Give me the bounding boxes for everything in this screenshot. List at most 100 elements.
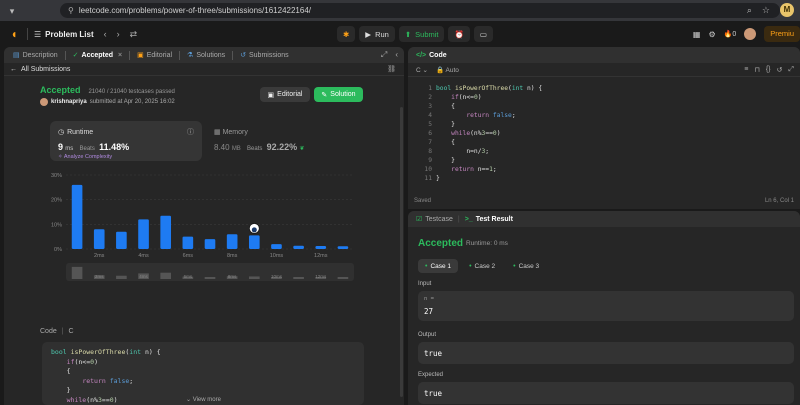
case-3-label: Case 3 bbox=[518, 262, 540, 270]
url-text[interactable]: leetcode.com/problems/power-of-three/sub… bbox=[79, 6, 311, 15]
close-tab-icon[interactable]: × bbox=[118, 52, 122, 59]
case-2-tab[interactable]: • Case 2 bbox=[462, 259, 502, 273]
info-icon[interactable]: ⓘ bbox=[187, 127, 194, 137]
case-3-tab[interactable]: • Case 3 bbox=[506, 259, 546, 273]
bookmark-icon[interactable]: ⊓ bbox=[754, 66, 759, 74]
memory-label: Memory bbox=[222, 129, 248, 136]
tab-solutions[interactable]: ⚗ Solutions bbox=[184, 51, 228, 60]
chart-bar[interactable] bbox=[138, 219, 149, 249]
chart-bar[interactable] bbox=[160, 215, 172, 249]
address-bar[interactable]: ⚲ leetcode.com/problems/power-of-three/s… bbox=[60, 3, 780, 18]
editor-line[interactable]: while(n%3==0) bbox=[436, 129, 500, 138]
tab-accepted[interactable]: ✓ Accepted × bbox=[70, 51, 125, 60]
tab-editorial[interactable]: ▣ Editorial bbox=[134, 51, 175, 60]
timer-button[interactable]: ⏰ bbox=[448, 26, 470, 42]
memory-value-row: 8.40 MB Beats 92.22% ❦ bbox=[214, 142, 304, 152]
bookmark-star-icon[interactable]: ☆ bbox=[762, 5, 770, 16]
chart-bar[interactable] bbox=[293, 245, 304, 249]
clock-icon: ◷ bbox=[58, 129, 65, 136]
editor-line[interactable]: { bbox=[436, 102, 455, 111]
streak-counter[interactable]: 🔥0 bbox=[724, 30, 737, 38]
editor-statusbar: Saved Ln 6, Col 1 bbox=[408, 194, 800, 208]
back-arrow-icon[interactable]: ← bbox=[10, 66, 17, 73]
submitter-name[interactable]: krishnapriya bbox=[51, 99, 87, 105]
code-panel-title: Code bbox=[429, 51, 447, 59]
chart-bar[interactable] bbox=[271, 244, 282, 249]
input-variable: n = bbox=[424, 296, 434, 302]
settings-gear-icon[interactable]: ⚙ bbox=[708, 30, 715, 39]
chart-bar[interactable] bbox=[71, 184, 83, 249]
user-avatar[interactable] bbox=[744, 28, 757, 40]
editor-line[interactable]: return n==1; bbox=[436, 165, 497, 174]
tab-description[interactable]: ▤ Description bbox=[10, 51, 61, 60]
left-panel: ▤ Description ✓ Accepted × ▣ Editorial ⚗ Solu… bbox=[4, 47, 404, 405]
chart-bar[interactable] bbox=[315, 246, 327, 249]
maximize-icon[interactable]: ⤢ bbox=[381, 50, 387, 60]
solution-button[interactable]: ✎ Solution bbox=[314, 87, 363, 102]
analyze-complexity-link[interactable]: ✧ Analyze Complexity bbox=[58, 154, 112, 160]
editor-line[interactable]: } bbox=[436, 174, 440, 183]
flask-icon: ⚗ bbox=[187, 52, 194, 59]
fullscreen-icon[interactable]: ⤢ bbox=[788, 66, 794, 74]
view-more-button[interactable]: ⌄ View more bbox=[186, 396, 221, 403]
editor-line[interactable]: { bbox=[436, 138, 455, 147]
profile-avatar[interactable]: M bbox=[780, 3, 794, 17]
chart-bar[interactable] bbox=[93, 229, 105, 249]
browser-actions: ⌕ ☆ M bbox=[747, 3, 800, 17]
tab-submissions[interactable]: ↺ Submissions bbox=[237, 51, 292, 60]
editor-toolbar: C ⌄ 🔒 Auto bbox=[408, 63, 800, 77]
prev-problem-icon[interactable]: ‹ bbox=[104, 29, 107, 39]
x-tick-label: 6ms bbox=[183, 253, 194, 259]
code-line: if(n<=0) bbox=[66, 357, 98, 366]
premium-button[interactable]: Premiu bbox=[764, 26, 800, 42]
chart-bar[interactable] bbox=[204, 239, 216, 249]
submit-button[interactable]: ⬆ Submit bbox=[398, 26, 445, 42]
problem-list-link[interactable]: Problem List bbox=[45, 30, 93, 39]
case-1-tab[interactable]: • Case 1 bbox=[418, 259, 459, 273]
browser-tabs-icon[interactable]: ▾ bbox=[6, 5, 18, 17]
chart-bar[interactable] bbox=[182, 236, 194, 249]
tab-testcase[interactable]: ☑ Testcase bbox=[416, 215, 453, 224]
chart-bar[interactable] bbox=[337, 246, 349, 249]
site-info-icon[interactable]: ⚲ bbox=[68, 6, 74, 15]
editor-line[interactable]: } bbox=[436, 120, 455, 129]
code-brackets-icon: </> bbox=[416, 51, 427, 59]
share-link-icon[interactable]: ⛓ bbox=[387, 65, 396, 73]
language-select[interactable]: C ⌄ bbox=[416, 66, 428, 74]
format-icon[interactable]: ≡ bbox=[744, 66, 748, 74]
left-scrollbar[interactable] bbox=[400, 107, 403, 397]
chart-bar[interactable] bbox=[248, 235, 260, 249]
editor-line[interactable]: bool isPowerOfThree(int n) { bbox=[436, 84, 542, 93]
runtime-card[interactable]: ◷ Runtime ⓘ 9 ms Beats 11.48% ✧ Analyze C… bbox=[50, 121, 202, 161]
editorial-button[interactable]: ▣ Editorial bbox=[260, 87, 310, 102]
runtime-distribution-chart[interactable]: 30% 20% 10% 0% 2ms 4ms 6ms 8ms 10ms 12ms 2ms 4ms 6ms… bbox=[44, 169, 364, 294]
y-tick-label: 20% bbox=[51, 198, 62, 204]
editor-line[interactable]: n=n/3; bbox=[436, 147, 489, 156]
auto-mode-toggle[interactable]: 🔒 Auto bbox=[436, 66, 459, 74]
run-button[interactable]: ▶ Run bbox=[359, 26, 395, 42]
editor-line[interactable]: } bbox=[436, 156, 455, 165]
y-tick-label: 10% bbox=[51, 222, 62, 228]
memory-card[interactable]: ▦ Memory 8.40 MB Beats 92.22% ❦ bbox=[210, 121, 360, 161]
code-editor[interactable]: 1 bool isPowerOfThree(int n) {2 if(n<=0) 3… bbox=[408, 80, 800, 190]
pass-dot-icon: • bbox=[425, 262, 428, 270]
chart-bar[interactable] bbox=[226, 234, 238, 249]
next-problem-icon[interactable]: › bbox=[117, 29, 120, 39]
editor-line[interactable]: if(n<=0) bbox=[436, 93, 481, 102]
all-submissions-link[interactable]: All Submissions bbox=[21, 66, 70, 73]
leaf-icon: ❦ bbox=[299, 146, 305, 152]
shuffle-icon[interactable]: ⇄ bbox=[130, 29, 138, 40]
notes-button[interactable]: ▭ bbox=[473, 26, 493, 42]
debug-button[interactable]: ✱ bbox=[337, 26, 356, 42]
leetcode-logo-icon[interactable]: ◖ bbox=[7, 27, 21, 41]
tab-test-result[interactable]: >_ Test Result bbox=[465, 216, 513, 223]
reset-icon[interactable]: ↺ bbox=[777, 66, 783, 74]
editor-line[interactable]: return false; bbox=[436, 111, 515, 120]
memory-label-row: ▦ Memory bbox=[214, 128, 248, 136]
chart-bar[interactable] bbox=[116, 231, 127, 249]
overview-bar bbox=[293, 277, 304, 279]
braces-icon[interactable]: {} bbox=[766, 66, 771, 74]
layout-icon[interactable]: ▦ bbox=[693, 30, 701, 39]
collapse-icon[interactable]: ‹ bbox=[395, 50, 398, 60]
zoom-icon[interactable]: ⌕ bbox=[747, 5, 752, 16]
